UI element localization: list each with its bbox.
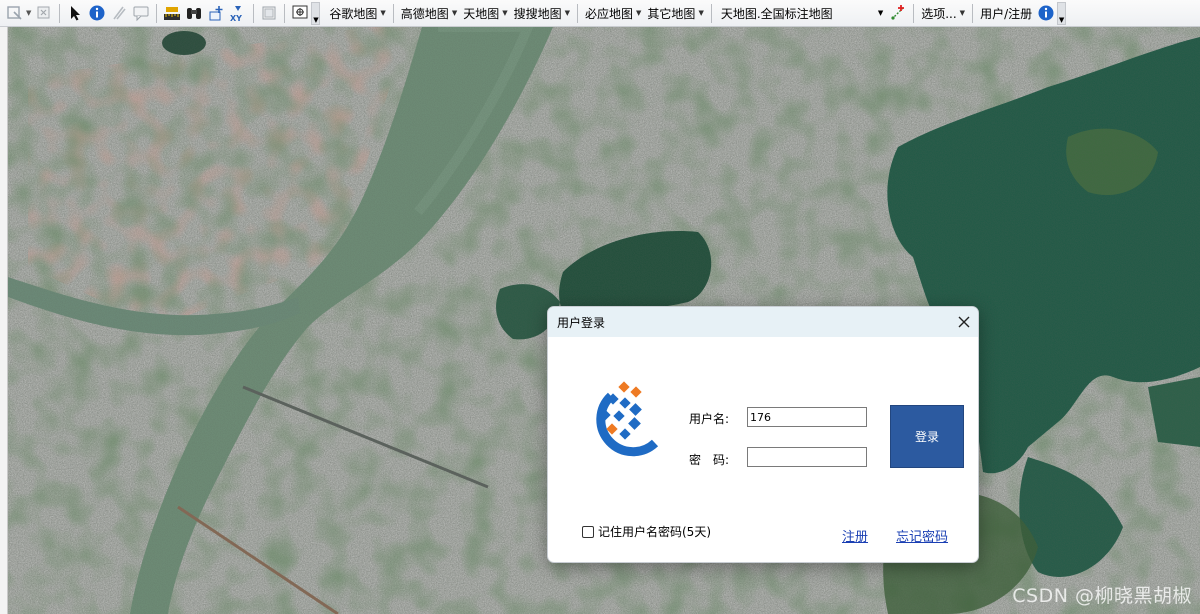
password-label: 密 码: [689, 453, 730, 467]
toolbar-separator [577, 3, 579, 23]
chevron-down-icon[interactable]: ▼ [878, 9, 883, 17]
comment-icon[interactable] [132, 4, 150, 22]
toolbar-separator [253, 3, 255, 23]
toolbar-separator [972, 3, 974, 23]
forgot-password-link[interactable]: 忘记密码 [896, 526, 948, 545]
checkbox-icon[interactable] [582, 525, 594, 538]
menu-other-map[interactable]: 其它地图 ▼ [644, 2, 706, 24]
dialog-title-bar: 用户登录 [548, 307, 978, 337]
menu-tianditu-map[interactable]: 天地图 ▼ [460, 2, 510, 24]
measure-icon[interactable] [110, 4, 128, 22]
toolbar-separator [59, 3, 61, 23]
locate-icon[interactable] [291, 4, 309, 22]
toolbar-separator [392, 3, 394, 23]
left-panel-edge [0, 27, 8, 614]
svg-text:XY: XY [230, 14, 242, 22]
menu-label: 必应地图 [585, 6, 634, 21]
chevron-down-icon: ▼ [698, 9, 704, 17]
password-input[interactable] [747, 447, 867, 467]
menu-options[interactable]: 选项... ▼ [918, 2, 968, 24]
menu-label: 天地图 [463, 6, 500, 21]
menu-label: 用户/注册 [980, 6, 1033, 21]
chevron-down-icon: ▼ [564, 9, 571, 17]
close-icon [958, 316, 970, 328]
menu-label: 选项... [921, 6, 957, 21]
menu-gaode-map[interactable]: 高德地图 ▼ [398, 2, 460, 24]
menu-label: 谷歌地图 [329, 6, 378, 21]
menu-label: 搜搜地图 [513, 6, 562, 21]
user-register-button[interactable]: 用户/注册 [977, 2, 1035, 24]
chevron-down-icon: ▼ [502, 9, 508, 17]
chevron-down-icon: ▼ [451, 9, 458, 17]
menu-bing-map[interactable]: 必应地图 ▼ [582, 2, 644, 24]
xy-icon[interactable]: XY [229, 4, 247, 22]
menu-label: 其它地图 [647, 6, 696, 21]
username-label: 用户名: [689, 412, 730, 426]
toolbar-separator [710, 3, 712, 23]
ruler-icon[interactable] [163, 4, 181, 22]
chevron-down-icon: ▼ [636, 9, 642, 17]
main-toolbar: ▼ XY ▼ 谷歌地图 ▼ 高德地图 ▼ 天地图 ▼ 搜搜地图 ▼ 必应地图 ▼ 其它地图… [0, 0, 1200, 27]
login-dialog: 用户登录 用户名: 密 码: 登录 记住用户名密码(5天) 注册 忘记密码 [547, 306, 979, 563]
remember-me-label: 记住用户名密码(5天) [598, 525, 711, 539]
toolbar-separator [284, 3, 286, 23]
login-button[interactable]: 登录 [890, 405, 964, 468]
dialog-title: 用户登录 [557, 316, 606, 330]
select-arrow-icon[interactable] [66, 4, 84, 22]
menu-sousou-map[interactable]: 搜搜地图 ▼ [511, 2, 573, 24]
layers-icon[interactable] [260, 4, 278, 22]
zoom-extent-icon[interactable] [6, 4, 24, 22]
toolbar-separator [913, 3, 915, 23]
info-icon[interactable] [88, 4, 106, 22]
toolbar-overflow-button[interactable]: ▼ [1057, 1, 1067, 25]
layer-select-value: 天地图.全国标注地图 [720, 6, 833, 21]
toolbar-overflow-button[interactable]: ▼ [311, 1, 321, 25]
chevron-down-icon: ▼ [959, 9, 966, 17]
chevron-down-icon: ▼ [380, 9, 386, 17]
zoom-extent-caret-icon[interactable]: ▼ [26, 9, 31, 17]
register-link[interactable]: 注册 [842, 526, 868, 545]
username-input[interactable] [747, 407, 867, 427]
app-logo [596, 381, 659, 457]
coordinate-icon[interactable] [207, 4, 225, 22]
binoculars-icon[interactable] [185, 4, 203, 22]
remember-me-checkbox[interactable]: 记住用户名密码(5天) [582, 523, 711, 540]
clear-icon[interactable] [35, 4, 53, 22]
csdn-watermark: CSDN @柳晓黑胡椒 [1012, 585, 1192, 607]
toolbar-separator [156, 3, 158, 23]
add-layer-icon[interactable] [889, 4, 907, 22]
menu-google-map[interactable]: 谷歌地图 ▼ [326, 2, 388, 24]
close-button[interactable] [952, 310, 976, 334]
menu-label: 高德地图 [400, 6, 449, 21]
layer-select[interactable]: 天地图.全国标注地图 [718, 3, 878, 23]
help-info-icon[interactable] [1037, 4, 1055, 22]
